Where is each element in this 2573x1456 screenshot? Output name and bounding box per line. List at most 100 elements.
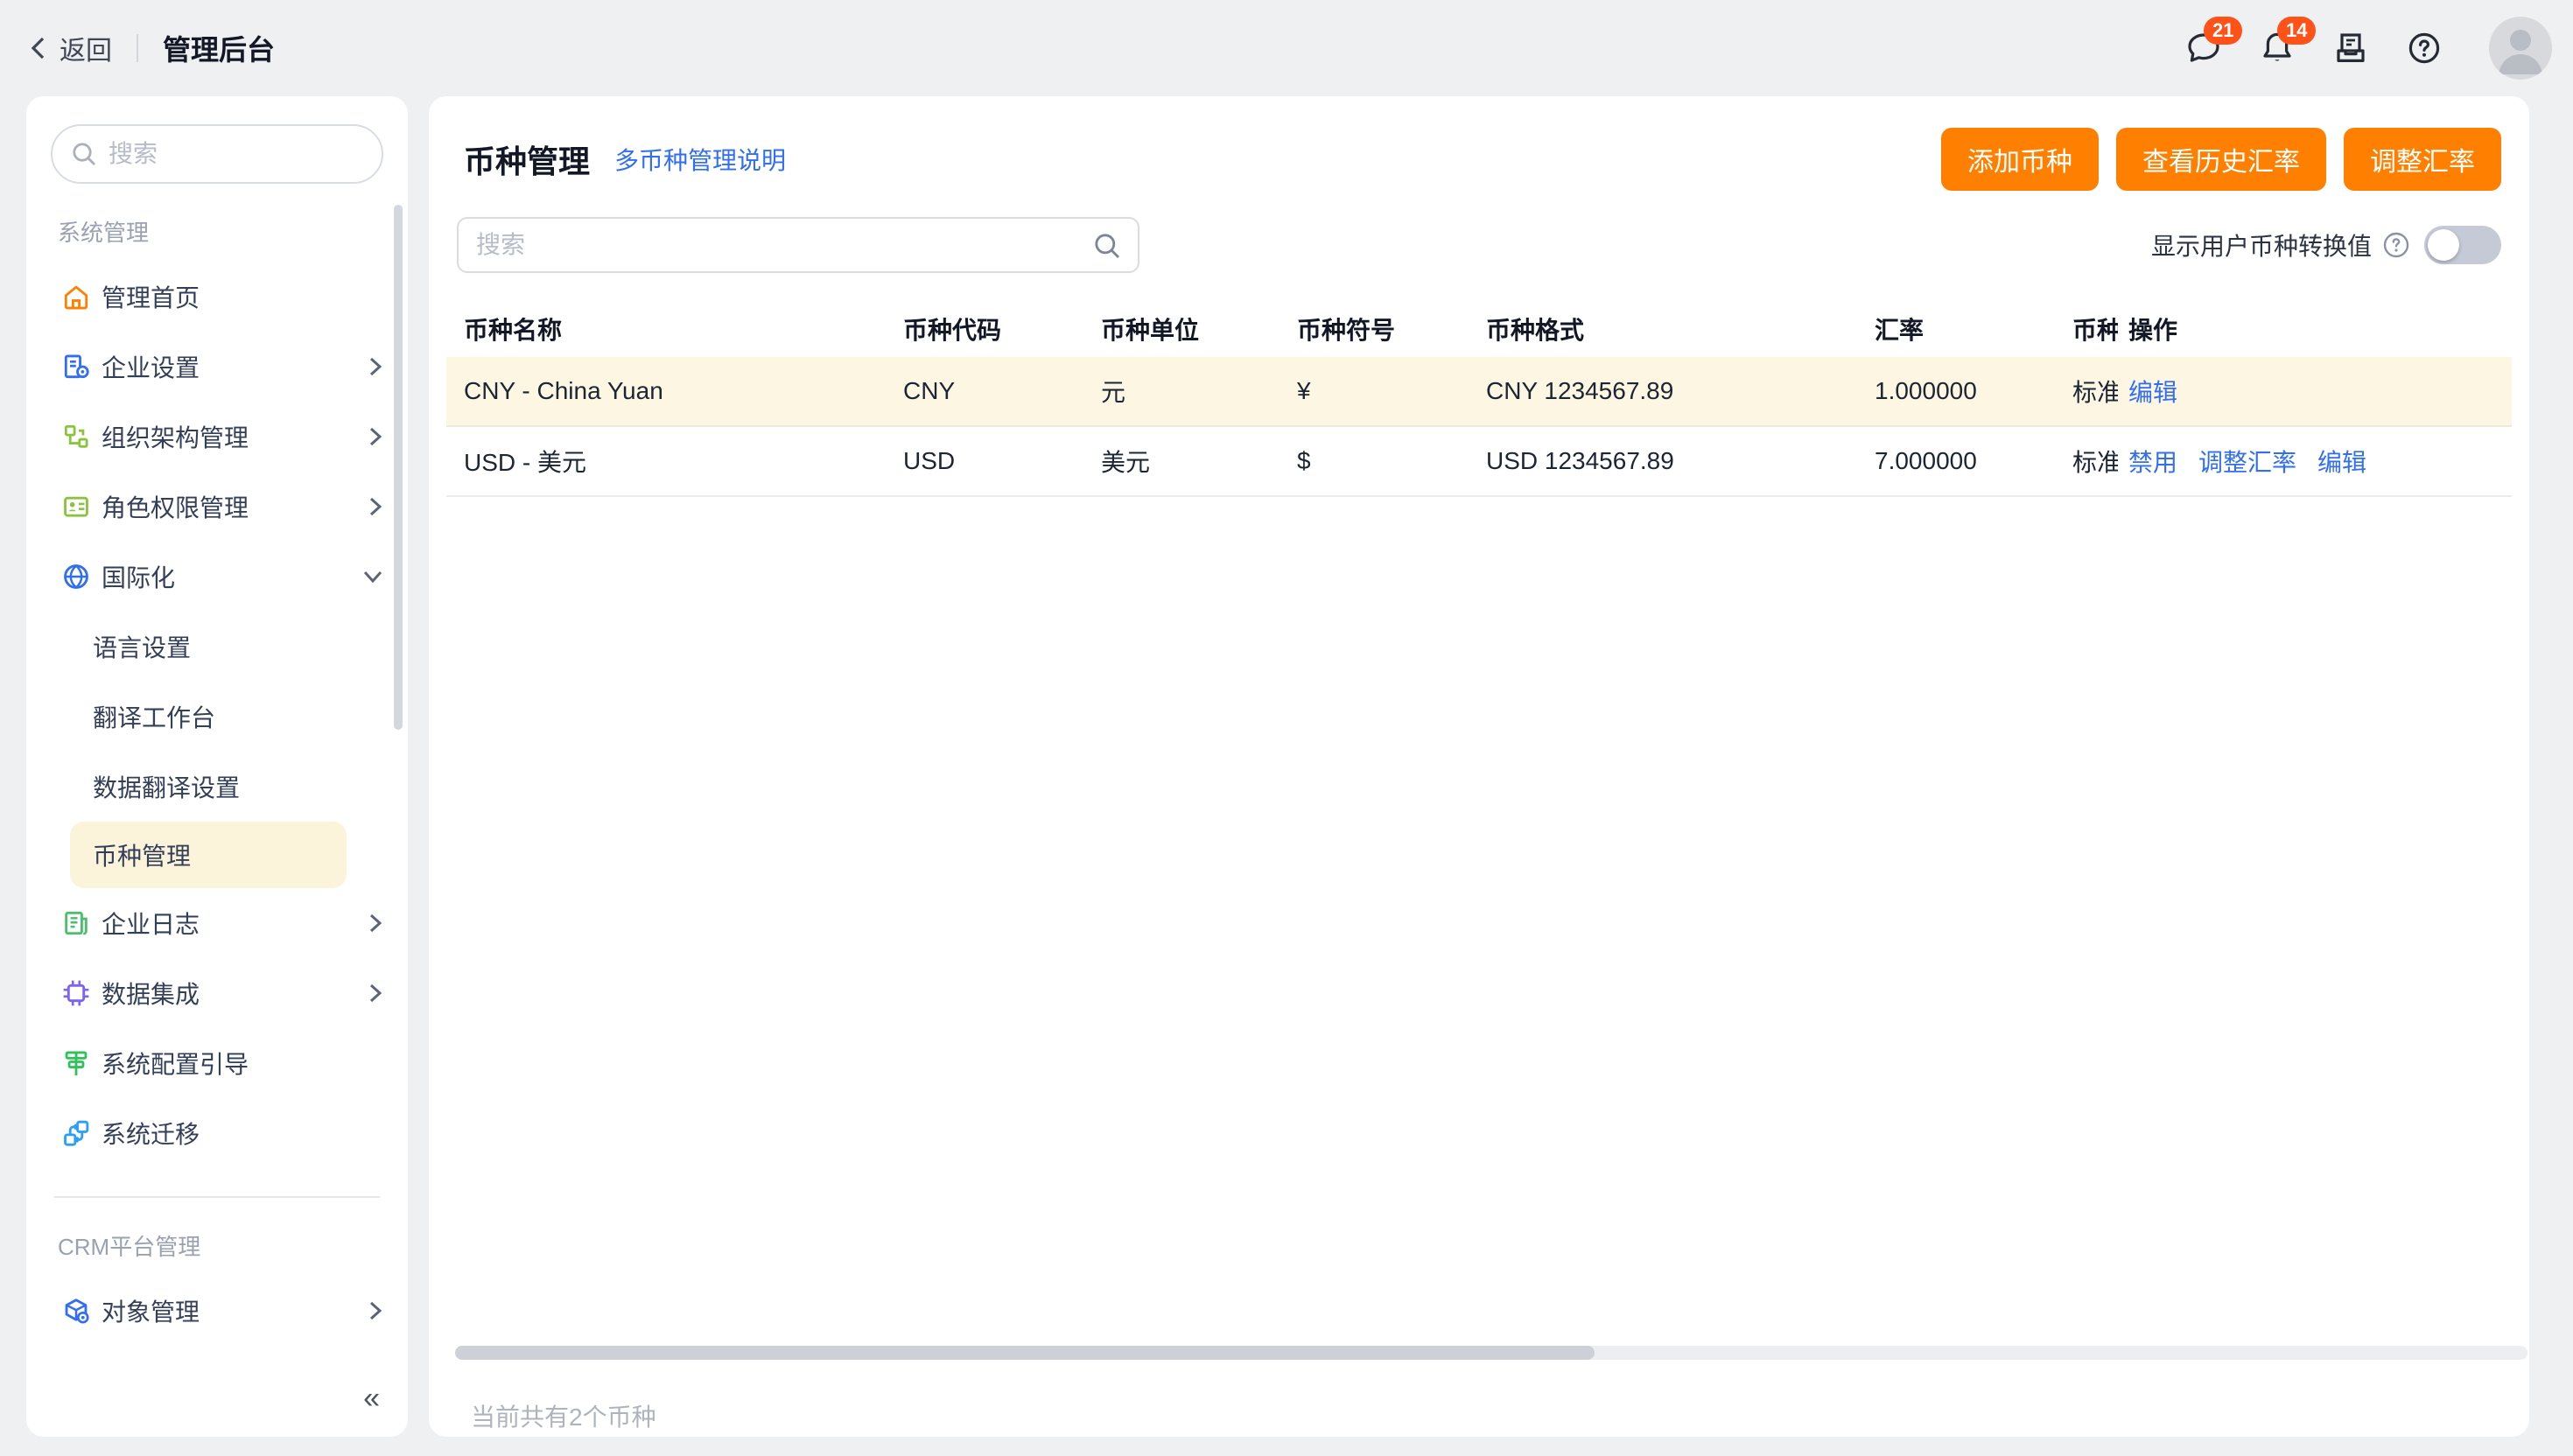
cell-code: USD [903, 447, 1101, 475]
multi-currency-help-link[interactable]: 多币种管理说明 [614, 142, 786, 177]
chevron-right-icon [368, 983, 383, 1004]
help-icon[interactable] [2405, 29, 2443, 67]
cell-format: CNY 1234567.89 [1486, 377, 1875, 405]
column-header-format: 币种格式 [1486, 312, 1875, 346]
sidebar-item-enterprise-log[interactable]: 企业日志 [26, 888, 408, 958]
header-buttons: 添加币种 查看历史汇率 调整汇率 [1941, 128, 2501, 191]
horizontal-scrollbar-thumb[interactable] [455, 1346, 1595, 1360]
sidebar-item-language-settings[interactable]: 语言设置 [26, 612, 408, 682]
data-integration-icon [61, 978, 91, 1008]
role-permission-icon [61, 492, 91, 522]
config-guide-icon [61, 1048, 91, 1078]
column-header-rate: 汇率 [1875, 312, 2072, 346]
help-circle-icon[interactable] [2382, 231, 2410, 259]
sidebar: 系统管理 管理首页 企业设置 组织架构管理 角色权限管理 [26, 96, 408, 1437]
chevron-right-icon [368, 913, 383, 934]
topbar: 返回 管理后台 21 14 [0, 0, 2573, 96]
sidebar-item-label: 系统迁移 [102, 1116, 200, 1151]
sidebar-item-label: 语言设置 [93, 629, 191, 664]
sidebar-item-admin-home[interactable]: 管理首页 [26, 262, 408, 332]
cell-rate: 7.000000 [1875, 447, 2072, 475]
table-search [457, 217, 1139, 273]
sidebar-item-internationalization[interactable]: 国际化 [26, 542, 408, 612]
adjust-rate-link[interactable]: 调整汇率 [2198, 444, 2296, 479]
toggle-label: 显示用户币种转换值 [2151, 228, 2372, 262]
cell-code: CNY [903, 377, 1101, 405]
app-title: 管理后台 [163, 28, 275, 68]
notifications-bell-icon[interactable]: 14 [2258, 29, 2296, 67]
cell-format: USD 1234567.89 [1486, 447, 1875, 475]
currency-table: 币种名称 币种代码 币种单位 币种符号 币种格式 汇率 币种 操作 CNY - … [457, 301, 2501, 497]
org-structure-icon [61, 422, 91, 452]
user-currency-toggle-group: 显示用户币种转换值 [2151, 226, 2501, 264]
search-icon [1092, 231, 1122, 261]
sidebar-item-label: 翻译工作台 [93, 699, 215, 734]
sidebar-collapse-button[interactable]: « [363, 1382, 380, 1416]
globe-icon [61, 562, 91, 592]
chat-icon[interactable]: 21 [2184, 29, 2223, 67]
sidebar-item-label: 系统配置引导 [102, 1046, 249, 1081]
edit-link[interactable]: 编辑 [2317, 444, 2366, 479]
object-management-icon [61, 1296, 91, 1326]
back-label: 返回 [60, 29, 112, 67]
sidebar-item-label: 数据翻译设置 [93, 769, 240, 804]
chevron-right-icon [368, 496, 383, 517]
currency-management-panel: 币种管理 多币种管理说明 添加币种 查看历史汇率 调整汇率 显示用户币种转换值 … [429, 96, 2529, 1437]
sidebar-item-label: 国际化 [102, 559, 175, 594]
sidebar-item-label: 管理首页 [102, 279, 200, 314]
sidebar-item-config-guide[interactable]: 系统配置引导 [26, 1028, 408, 1098]
topbar-actions: 21 14 [2184, 17, 2552, 80]
sidebar-section-label: CRM平台管理 [58, 1229, 408, 1262]
home-icon [61, 282, 91, 312]
chevron-left-icon [28, 36, 49, 60]
notifications-badge: 14 [2277, 17, 2316, 45]
cell-name: CNY - China Yuan [464, 377, 903, 405]
sidebar-item-object-management[interactable]: 对象管理 [26, 1276, 408, 1346]
sidebar-divider [54, 1196, 380, 1198]
add-currency-button[interactable]: 添加币种 [1941, 128, 2099, 191]
column-header-unit: 币种单位 [1101, 312, 1297, 346]
sidebar-item-role-permission[interactable]: 角色权限管理 [26, 472, 408, 542]
migration-icon [61, 1118, 91, 1148]
inbox-icon[interactable] [2331, 29, 2370, 67]
sidebar-item-label: 组织架构管理 [102, 419, 249, 454]
sidebar-scrollbar[interactable] [394, 205, 403, 730]
sidebar-item-org-structure[interactable]: 组织架构管理 [26, 402, 408, 472]
table-row-cny: CNY - China Yuan CNY 元 ¥ CNY 1234567.89 … [446, 357, 2512, 427]
back-button[interactable]: 返回 [28, 29, 112, 67]
sidebar-item-label: 企业日志 [102, 906, 200, 941]
user-avatar[interactable] [2489, 17, 2552, 80]
adjust-rate-button[interactable]: 调整汇率 [2344, 128, 2501, 191]
enterprise-log-icon [61, 908, 91, 938]
cell-name: USD - 美元 [464, 444, 903, 479]
disable-link[interactable]: 禁用 [2128, 444, 2177, 479]
sidebar-item-label: 企业设置 [102, 349, 200, 384]
cell-symbol: $ [1297, 447, 1486, 475]
cell-actions: 禁用 调整汇率 编辑 [2118, 444, 2501, 479]
show-user-currency-toggle[interactable] [2424, 226, 2501, 264]
edit-link[interactable]: 编辑 [2128, 374, 2177, 409]
horizontal-scrollbar-track [455, 1346, 2527, 1360]
cell-rate: 1.000000 [1875, 377, 2072, 405]
chevron-right-icon [368, 426, 383, 447]
sidebar-item-data-integration[interactable]: 数据集成 [26, 958, 408, 1028]
column-header-type-truncated: 币种 [2072, 312, 2118, 346]
cell-actions: 编辑 [2118, 374, 2501, 409]
table-search-input[interactable] [457, 217, 1139, 273]
cell-type-truncated: 标准 [2072, 444, 2118, 479]
sidebar-item-company-settings[interactable]: 企业设置 [26, 332, 408, 402]
cell-unit: 美元 [1101, 444, 1297, 479]
column-header-actions: 操作 [2118, 312, 2501, 346]
sidebar-item-currency-management[interactable]: 币种管理 [70, 822, 347, 888]
column-header-name: 币种名称 [464, 312, 903, 346]
view-history-rate-button[interactable]: 查看历史汇率 [2116, 128, 2326, 191]
toggle-knob [2428, 229, 2459, 261]
sidebar-item-data-translation-settings[interactable]: 数据翻译设置 [26, 752, 408, 822]
chevron-down-icon [362, 569, 383, 584]
cell-unit: 元 [1101, 374, 1297, 409]
sidebar-item-system-migration[interactable]: 系统迁移 [26, 1098, 408, 1168]
sidebar-item-translation-workbench[interactable]: 翻译工作台 [26, 682, 408, 752]
sidebar-item-label: 对象管理 [102, 1293, 200, 1328]
search-icon [70, 140, 98, 168]
sidebar-search-input[interactable] [51, 124, 383, 184]
